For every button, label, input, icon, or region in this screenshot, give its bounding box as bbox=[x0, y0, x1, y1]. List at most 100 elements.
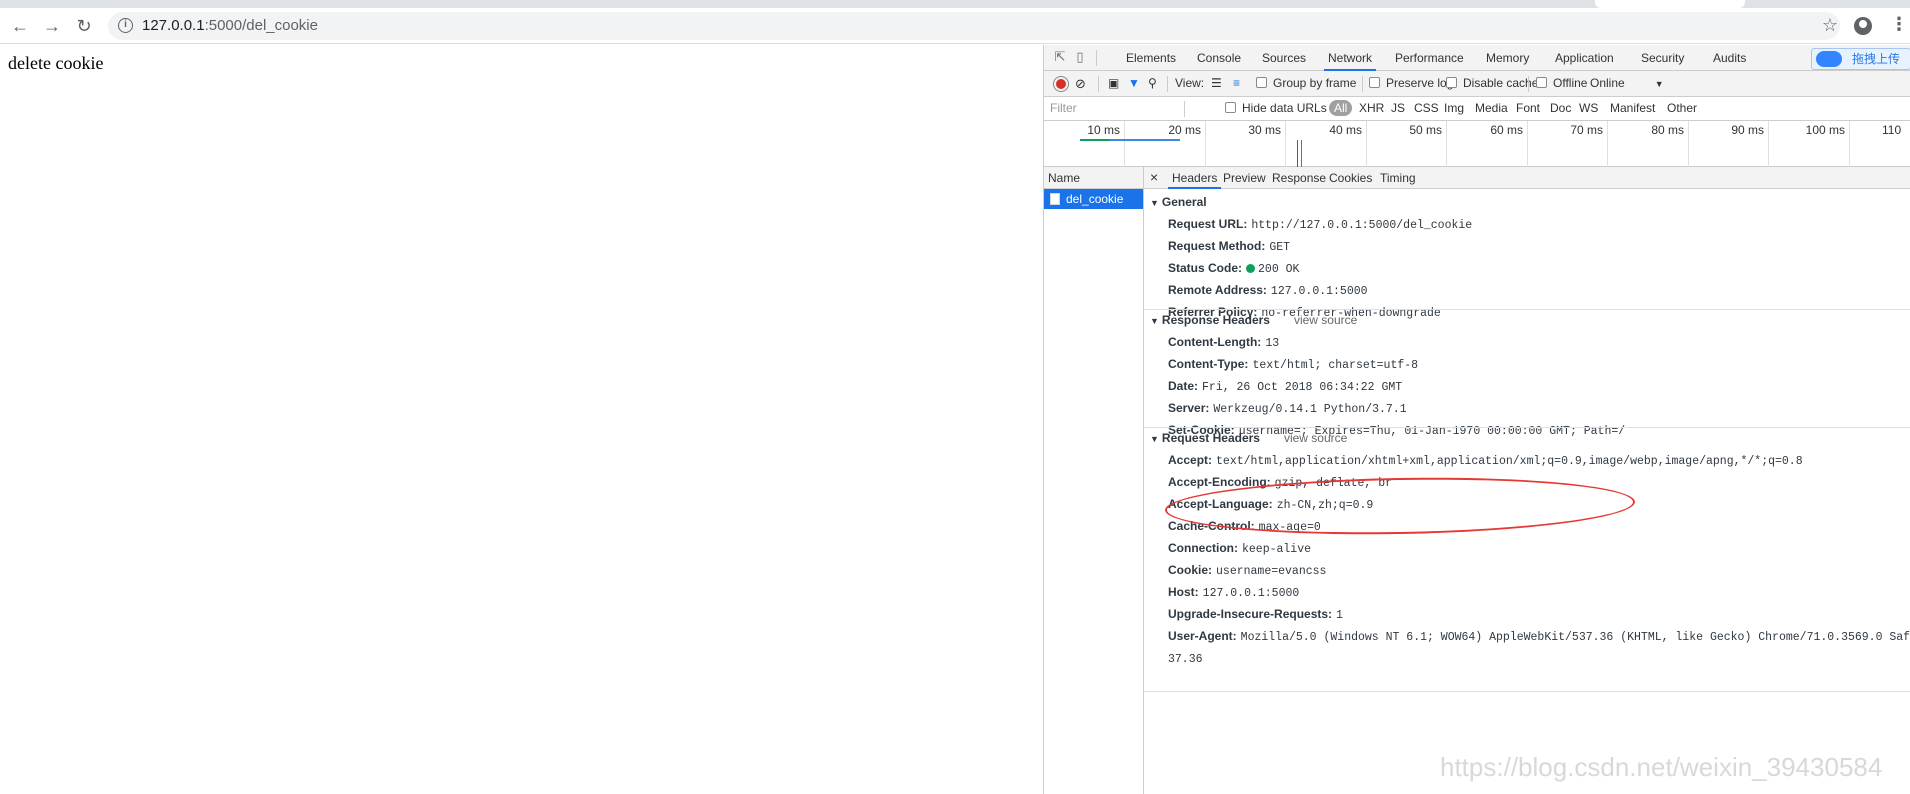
view-source-link[interactable]: view source bbox=[1284, 431, 1347, 445]
timeline-gridline bbox=[1607, 121, 1608, 167]
header-value: username=evancss bbox=[1216, 565, 1327, 578]
search-icon[interactable]: ⚲ bbox=[1148, 76, 1157, 90]
browser-menu-icon[interactable]: ⋮ bbox=[1890, 14, 1908, 35]
throttling-select[interactable]: Online ▼ bbox=[1590, 76, 1664, 90]
tab-console[interactable]: Console bbox=[1193, 45, 1245, 71]
toolbar-separator bbox=[1362, 76, 1363, 92]
detail-tab-preview[interactable]: Preview bbox=[1219, 167, 1270, 189]
site-info-icon[interactable]: i bbox=[118, 18, 133, 33]
detail-tab-response[interactable]: Response bbox=[1268, 167, 1330, 189]
header-value: max-age=0 bbox=[1258, 521, 1321, 534]
detail-tab-timing[interactable]: Timing bbox=[1376, 167, 1420, 189]
waterfall-overview-icon[interactable]: ≡ bbox=[1233, 76, 1240, 90]
disable-cache-checkbox[interactable]: Disable cache bbox=[1446, 76, 1538, 90]
bookmark-star-icon[interactable]: ☆ bbox=[1822, 15, 1838, 36]
header-row: Status Code: 200 OK bbox=[1144, 257, 1910, 279]
response-headers-title-row[interactable]: ▼ Response Headers view source bbox=[1144, 309, 1910, 331]
tab-audits[interactable]: Audits bbox=[1709, 45, 1750, 71]
filter-type-manifest[interactable]: Manifest bbox=[1610, 101, 1655, 115]
clear-icon[interactable]: ⊘ bbox=[1075, 76, 1086, 92]
tab-security[interactable]: Security bbox=[1637, 45, 1688, 71]
header-value: Werkzeug/0.14.1 Python/3.7.1 bbox=[1213, 403, 1407, 416]
request-list-header[interactable]: Name bbox=[1044, 167, 1143, 189]
filter-type-ws[interactable]: WS bbox=[1579, 101, 1598, 115]
reload-icon[interactable]: ↻ bbox=[72, 14, 96, 38]
filter-type-other[interactable]: Other bbox=[1667, 101, 1697, 115]
inspect-element-icon[interactable]: ⇱ bbox=[1052, 49, 1068, 65]
header-key: Remote Address: bbox=[1168, 283, 1267, 297]
url-text[interactable]: 127.0.0.1:5000/del_cookie bbox=[142, 17, 318, 34]
filter-type-font[interactable]: Font bbox=[1516, 101, 1540, 115]
header-key: Accept-Language: bbox=[1168, 497, 1273, 511]
request-headers-title-row[interactable]: ▼ Request Headers view source bbox=[1144, 427, 1910, 449]
filter-type-media[interactable]: Media bbox=[1475, 101, 1508, 115]
large-rows-icon[interactable]: ☰ bbox=[1211, 76, 1222, 90]
filter-type-all[interactable]: All bbox=[1329, 100, 1353, 116]
view-source-link[interactable]: view source bbox=[1294, 313, 1357, 327]
timeline-gridline bbox=[1446, 121, 1447, 167]
general-title: General bbox=[1161, 195, 1207, 209]
filter-type-css[interactable]: CSS bbox=[1414, 101, 1439, 115]
filter-type-doc[interactable]: Doc bbox=[1550, 101, 1571, 115]
tab-sources[interactable]: Sources bbox=[1258, 45, 1310, 71]
header-value: gzip, deflate, br bbox=[1274, 477, 1392, 490]
header-key: Cache-Control: bbox=[1168, 519, 1255, 533]
offline-checkbox[interactable]: Offline bbox=[1536, 76, 1587, 90]
header-value: Fri, 26 Oct 2018 06:34:22 GMT bbox=[1202, 381, 1403, 394]
forward-arrow-icon[interactable]: → bbox=[40, 14, 64, 38]
timeline-gridline bbox=[1688, 121, 1689, 167]
tab-application[interactable]: Application bbox=[1551, 45, 1618, 71]
timeline-overview[interactable]: 10 ms 20 ms 30 ms 40 ms 50 ms 60 ms 70 m… bbox=[1044, 121, 1910, 167]
header-value: 127.0.0.1:5000 bbox=[1270, 285, 1368, 298]
header-key: Request Method: bbox=[1168, 239, 1266, 253]
header-row: Upgrade-Insecure-Requests: 1 bbox=[1144, 603, 1910, 625]
device-toolbar-icon[interactable]: ▯ bbox=[1072, 49, 1088, 65]
filter-type-xhr[interactable]: XHR bbox=[1359, 101, 1384, 115]
upload-extension-button[interactable]: 拖拽上传 bbox=[1811, 48, 1910, 70]
tab-network[interactable]: Network bbox=[1324, 45, 1377, 71]
header-row: Content-Type: text/html; charset=utf-8 bbox=[1144, 353, 1910, 375]
header-key: Accept: bbox=[1168, 453, 1213, 467]
header-value: 1 bbox=[1336, 609, 1343, 622]
filter-type-img[interactable]: Img bbox=[1444, 101, 1464, 115]
hide-data-urls-checkbox[interactable]: Hide data URLs bbox=[1225, 101, 1327, 115]
header-row: Remote Address: 127.0.0.1:5000 bbox=[1144, 279, 1910, 301]
filter-input[interactable]: Filter bbox=[1050, 101, 1077, 115]
header-row: User-Agent: Mozilla/5.0 (Windows NT 6.1; … bbox=[1144, 625, 1910, 647]
request-list: Name del_cookie bbox=[1044, 167, 1144, 794]
active-tab-edge[interactable] bbox=[1595, 0, 1745, 8]
filter-funnel-icon[interactable]: ▼ bbox=[1128, 76, 1140, 90]
address-bar[interactable]: i 127.0.0.1:5000/del_cookie bbox=[108, 12, 1840, 40]
header-key: Content-Type: bbox=[1168, 357, 1249, 371]
timeline-tick-label: 50 ms bbox=[1409, 123, 1442, 137]
header-key: Host: bbox=[1168, 585, 1199, 599]
header-row: Accept: text/html,application/xhtml+xml,a… bbox=[1144, 449, 1910, 471]
header-row: Content-Length: 13 bbox=[1144, 331, 1910, 353]
detail-tab-cookies[interactable]: Cookies bbox=[1325, 167, 1376, 189]
screenshot-camera-icon[interactable]: ▣ bbox=[1108, 76, 1119, 90]
record-icon[interactable] bbox=[1054, 77, 1068, 91]
response-headers-section: ▼ Response Headers view source Content-Len… bbox=[1144, 309, 1910, 441]
tab-elements[interactable]: Elements bbox=[1122, 45, 1180, 71]
url-path: :5000/del_cookie bbox=[204, 17, 318, 34]
tab-performance[interactable]: Performance bbox=[1391, 45, 1468, 71]
page-body-text: delete cookie bbox=[8, 53, 104, 73]
view-label: View: bbox=[1175, 76, 1205, 90]
timeline-tick-label: 80 ms bbox=[1651, 123, 1684, 137]
header-row: Cache-Control: max-age=0 bbox=[1144, 515, 1910, 537]
waterfall-bar-blue bbox=[1110, 139, 1180, 141]
group-by-frame-checkbox[interactable]: Group by frame bbox=[1256, 76, 1356, 90]
close-icon[interactable]: × bbox=[1150, 169, 1158, 185]
detail-tab-headers[interactable]: Headers bbox=[1168, 167, 1222, 189]
general-section-title[interactable]: ▼ General bbox=[1144, 191, 1910, 213]
header-key: Connection: bbox=[1168, 541, 1238, 555]
account-avatar-icon[interactable] bbox=[1854, 17, 1872, 35]
back-arrow-icon[interactable]: ← bbox=[8, 14, 32, 38]
timeline-gridline bbox=[1205, 121, 1206, 167]
filter-type-js[interactable]: JS bbox=[1391, 101, 1405, 115]
tab-memory[interactable]: Memory bbox=[1482, 45, 1533, 71]
preserve-log-checkbox[interactable]: Preserve log bbox=[1369, 76, 1453, 90]
request-row[interactable]: del_cookie bbox=[1044, 189, 1143, 209]
general-section: ▼ General Request URL: http://127.0.0.1:50… bbox=[1144, 191, 1910, 323]
tab-strip bbox=[0, 0, 1910, 8]
